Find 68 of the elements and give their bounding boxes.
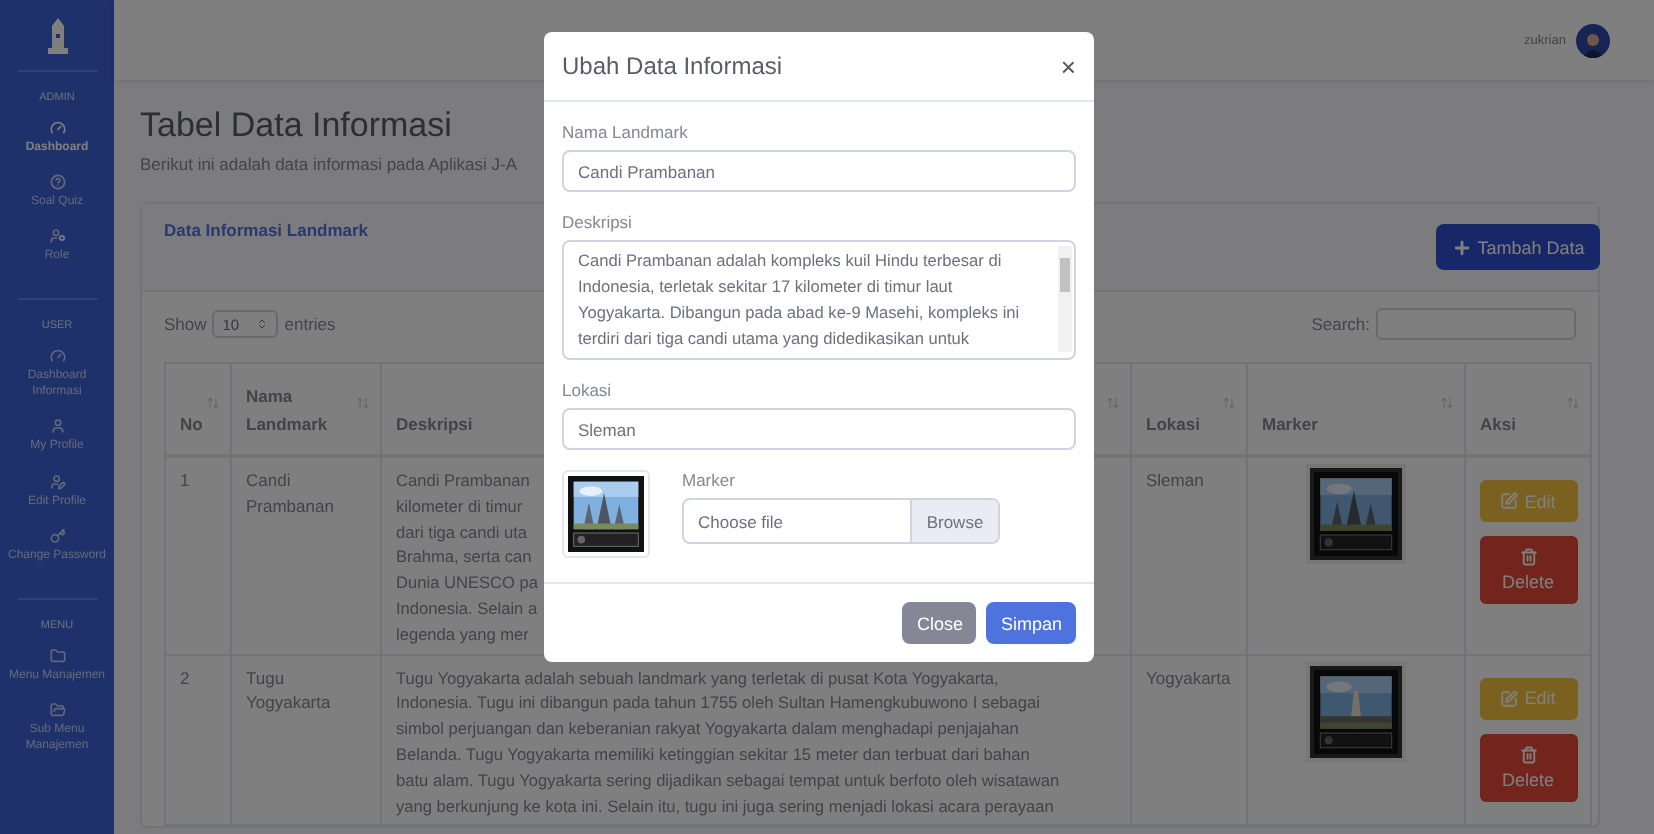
description-line: dari tiga candi uta [396, 519, 527, 545]
sort-icon[interactable] [1440, 396, 1454, 410]
column-header[interactable]: No [165, 363, 231, 456]
card-title: Data Informasi Landmark [164, 219, 369, 239]
field-label: Marker [682, 470, 737, 490]
close-button[interactable]: × [1060, 51, 1076, 81]
menu-item-icon [49, 348, 65, 365]
plus-icon [1451, 237, 1472, 257]
input-field[interactable]: Candi Prambanan [562, 150, 1076, 192]
delete-button[interactable]: Delete [1479, 536, 1577, 604]
menu-item-icon [49, 418, 65, 435]
column-header[interactable]: Aksi [1465, 363, 1591, 456]
menu-item-icon [49, 473, 65, 490]
monument-icon [45, 16, 69, 54]
menu-item-icon [49, 701, 65, 718]
table-cell: Candi Prambanan [231, 456, 381, 655]
dialog-title: Ubah Data Informasi [562, 52, 783, 80]
add-data-button[interactable]: Tambah Data [1436, 224, 1600, 270]
search-label: Search: [1311, 314, 1370, 334]
description-line: simbol perjuangan dan keberanian rakyat Yogyakarta dalam menghadapi penjajahan [396, 716, 1019, 742]
description-line: kilometer di timur [396, 493, 523, 520]
field-label: Nama Landmark [562, 122, 690, 142]
menu-item-icon [49, 174, 65, 191]
column-header[interactable]: Nama Landmark [231, 363, 381, 456]
sort-icon[interactable] [206, 396, 220, 410]
sort-icon[interactable] [1222, 396, 1236, 410]
input-field[interactable]: Sleman [562, 408, 1076, 450]
sort-icon[interactable] [1106, 396, 1120, 410]
description-line: Indonesia. Selain a [396, 595, 538, 622]
description-line: batu alam. Tugu Yogyakarta sering dijadikan sebagai tempat untuk berfoto oleh wisatawan [396, 767, 1060, 794]
menu-item-icon [49, 228, 65, 245]
scrollbar[interactable] [1058, 246, 1072, 352]
description-line: Tugu Yogyakarta adalah sebuah landmark yang terletak di pusat Kota Yogyakarta, [396, 665, 999, 691]
entries-label: entries [284, 314, 336, 334]
edit-button[interactable]: Edit [1479, 677, 1577, 720]
table-cell: 1 [165, 456, 231, 655]
table-cell: Yogyakarta [1131, 654, 1247, 826]
close-dialog-button[interactable]: Close [902, 602, 977, 644]
trash-icon [1519, 745, 1537, 764]
description-line: Dunia UNESCO pa [396, 570, 539, 596]
column-header[interactable]: Lokasi [1131, 363, 1247, 456]
edit-button[interactable]: Edit [1479, 480, 1577, 522]
description-line: Belanda. Tugu Yogyakarta memiliki ketinggian sekitar 15 meter dan terbuat dari bahan [396, 741, 1030, 768]
save-button[interactable]: Simpan [986, 602, 1076, 644]
description-line: Candi Prambanan [396, 468, 530, 494]
edit-icon [1500, 492, 1519, 510]
sort-icon[interactable] [356, 396, 370, 410]
menu-item-icon [49, 647, 65, 664]
edit-icon [1500, 689, 1519, 708]
description-line: legenda yang mer [396, 621, 529, 648]
table-cell: 2 [165, 654, 231, 826]
description-line: Brahma, serta can [396, 544, 532, 571]
table-cell: Tugu Yogyakarta [231, 654, 381, 826]
delete-button[interactable]: Delete [1479, 733, 1577, 802]
description-field[interactable]: Candi Prambanan adalah kompleks kuil Hindu terbesar di Indonesia, terletak sekitar 17 kilometer di timur laut Yogyakarta. Dibangun pada abad ke-9 Masehi, kompleks ini terdiri dari tiga candi utama yang didedikasikan untuk [562, 240, 1076, 360]
column-header[interactable]: Marker [1247, 363, 1465, 456]
description-line: yang berkunjung ke kota ini. Selain itu, tugu ini juga sering menjadi lokasi acara perayaan [396, 793, 1054, 819]
page-title: Tabel Data Informasi [140, 106, 452, 146]
page-subtitle: Berikut ini adalah data informasi pada Aplikasi J-A [140, 154, 518, 176]
show-label: Show [164, 314, 207, 334]
menu-item-icon [49, 527, 65, 544]
menu-item-icon [49, 120, 65, 136]
avatar[interactable] [1576, 23, 1610, 57]
table-cell: Sleman [1131, 456, 1247, 655]
trash-icon [1519, 548, 1537, 566]
sort-icon[interactable] [1566, 396, 1580, 410]
field-label: Lokasi [562, 380, 614, 400]
field-label: Deskripsi [562, 212, 634, 232]
